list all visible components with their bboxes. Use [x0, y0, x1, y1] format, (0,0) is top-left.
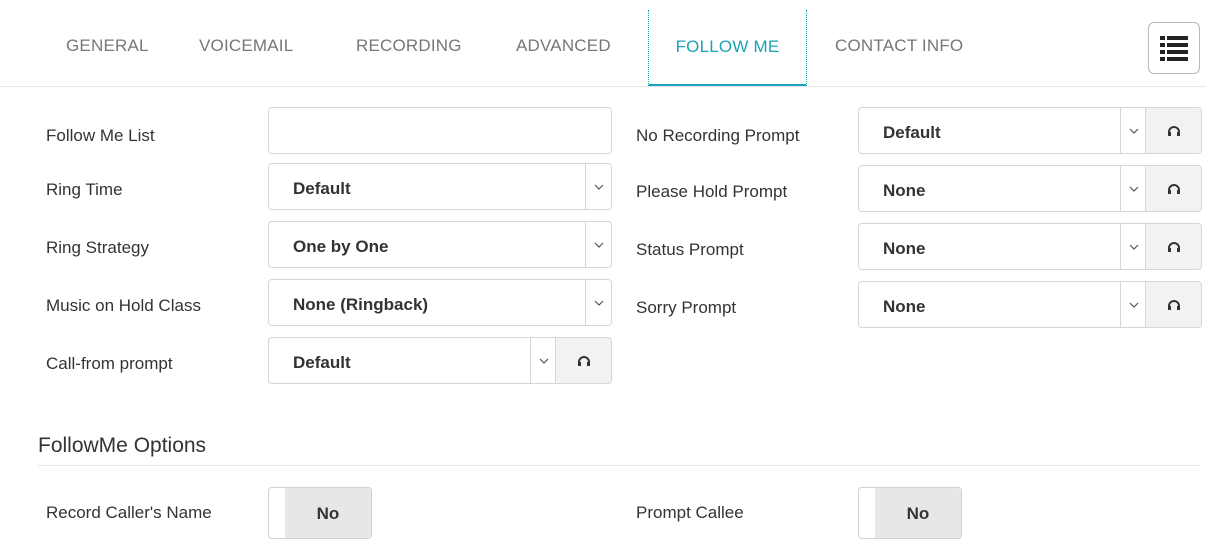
headphones-icon[interactable]	[1145, 108, 1201, 153]
status-prompt-select[interactable]: None	[858, 223, 1202, 270]
chevron-down-icon	[530, 338, 556, 383]
prompt-callee-toggle[interactable]: No	[858, 487, 962, 539]
tab-contact-info[interactable]: CONTACT INFO	[835, 0, 963, 86]
tab-advanced[interactable]: ADVANCED	[516, 0, 611, 86]
sorry-prompt-select[interactable]: None	[858, 281, 1202, 328]
section-divider	[38, 465, 1201, 466]
call-from-prompt-select[interactable]: Default	[268, 337, 612, 384]
chevron-down-icon	[585, 222, 611, 267]
followme-options-title: FollowMe Options	[38, 434, 207, 457]
no-recording-prompt-label: No Recording Prompt	[636, 126, 800, 145]
ring-strategy-label: Ring Strategy	[46, 238, 149, 257]
please-hold-prompt-value: None	[883, 181, 926, 200]
ring-time-value: Default	[293, 179, 351, 198]
status-prompt-label: Status Prompt	[636, 240, 744, 259]
ring-time-select[interactable]: Default	[268, 163, 612, 210]
music-on-hold-select[interactable]: None (Ringback)	[268, 279, 612, 326]
list-menu-icon	[1160, 35, 1188, 61]
no-recording-prompt-value: Default	[883, 123, 941, 142]
record-callers-name-toggle[interactable]: No	[268, 487, 372, 539]
follow-me-list-label: Follow Me List	[46, 126, 155, 145]
headphones-icon[interactable]	[1145, 282, 1201, 327]
call-from-prompt-label: Call-from prompt	[46, 354, 173, 373]
status-prompt-value: None	[883, 239, 926, 258]
ring-time-label: Ring Time	[46, 180, 123, 199]
chevron-down-icon	[585, 164, 611, 209]
chevron-down-icon	[1120, 166, 1146, 211]
chevron-down-icon	[1120, 224, 1146, 269]
prompt-callee-label: Prompt Callee	[636, 503, 744, 522]
headphones-icon[interactable]	[1145, 224, 1201, 269]
headphones-icon[interactable]	[555, 338, 611, 383]
please-hold-prompt-label: Please Hold Prompt	[636, 182, 788, 201]
no-recording-prompt-select[interactable]: Default	[858, 107, 1202, 154]
please-hold-prompt-select[interactable]: None	[858, 165, 1202, 212]
ring-strategy-select[interactable]: One by One	[268, 221, 612, 268]
chevron-down-icon	[1120, 108, 1146, 153]
chevron-down-icon	[1120, 282, 1146, 327]
music-on-hold-value: None (Ringback)	[293, 295, 429, 314]
tab-recording[interactable]: RECORDING	[356, 0, 462, 86]
sorry-prompt-label: Sorry Prompt	[636, 298, 737, 317]
ring-strategy-value: One by One	[293, 237, 389, 256]
sorry-prompt-value: None	[883, 297, 926, 316]
record-callers-name-label: Record Caller's Name	[46, 503, 212, 522]
tab-general[interactable]: GENERAL	[66, 0, 149, 86]
chevron-down-icon	[585, 280, 611, 325]
tab-follow-me[interactable]: FOLLOW ME	[648, 10, 807, 86]
tab-voicemail[interactable]: VOICEMAIL	[199, 0, 293, 86]
tab-bar: GENERAL VOICEMAIL RECORDING ADVANCED FOL…	[0, 0, 1206, 87]
menu-button[interactable]	[1148, 22, 1200, 74]
headphones-icon[interactable]	[1145, 166, 1201, 211]
follow-me-list-input[interactable]	[268, 107, 612, 154]
music-on-hold-label: Music on Hold Class	[46, 296, 201, 315]
call-from-prompt-value: Default	[293, 353, 351, 372]
